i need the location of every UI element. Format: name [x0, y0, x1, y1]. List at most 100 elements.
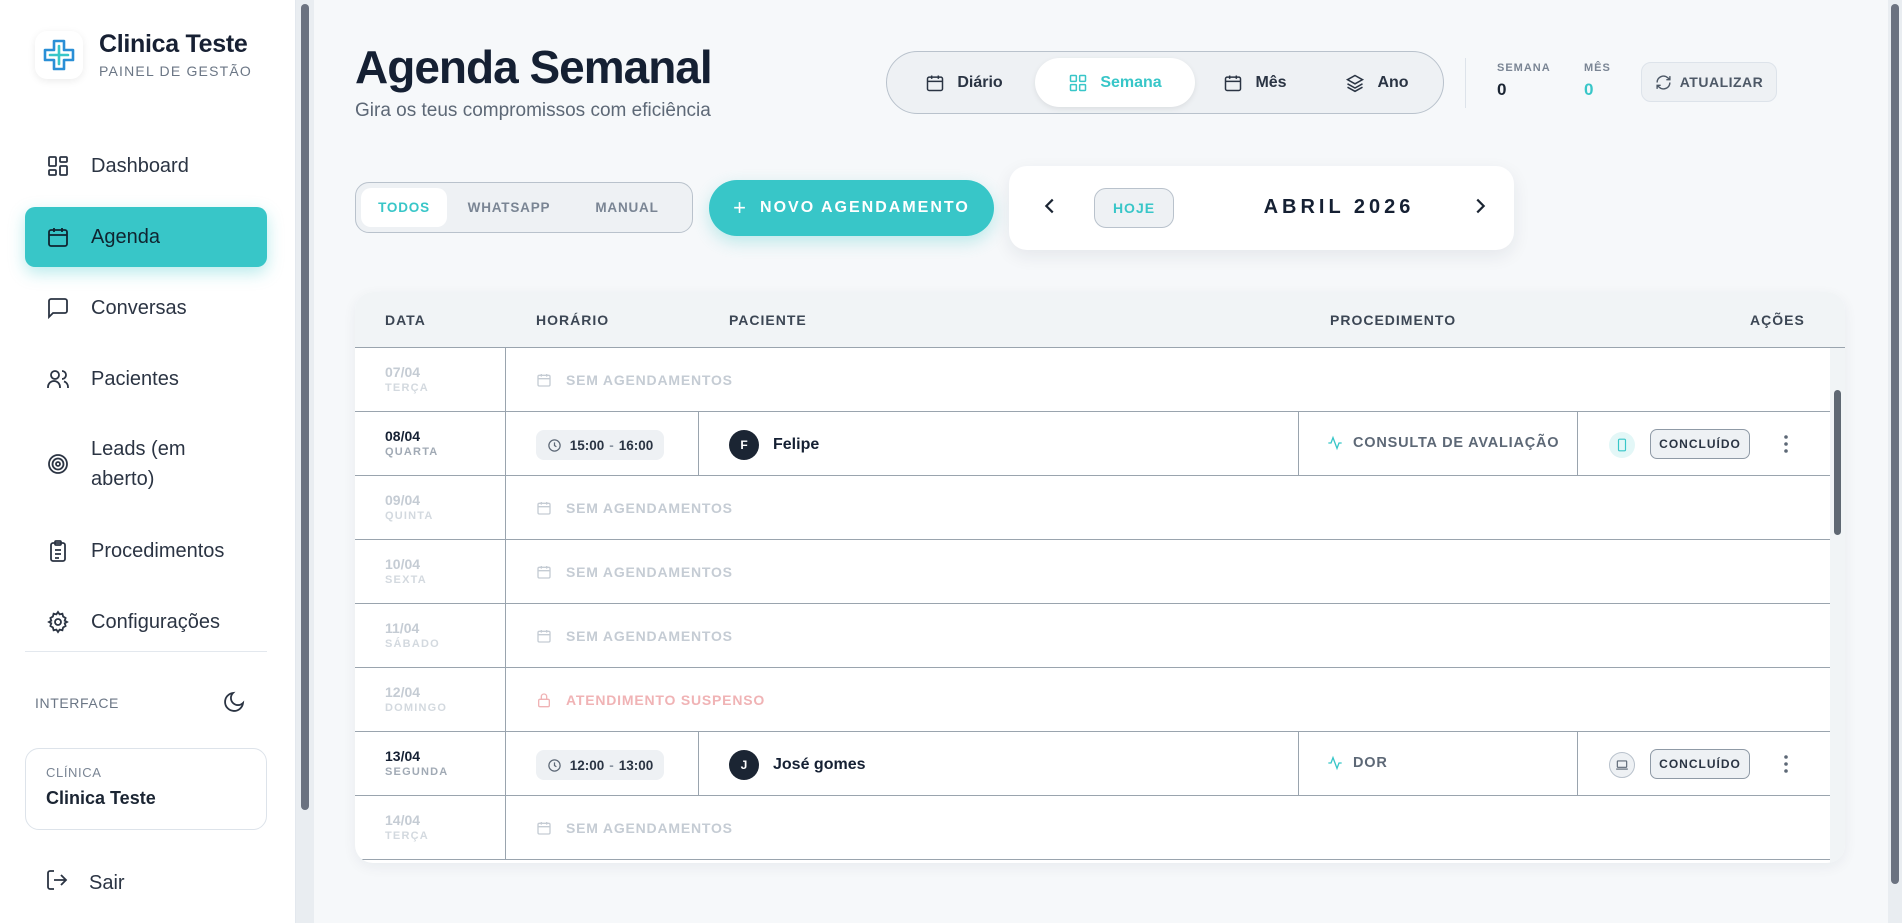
status-badge[interactable]: CONCLUÍDO [1650, 749, 1750, 779]
patient-cell[interactable]: J José gomes [729, 750, 865, 780]
sidebar-item-label: Leads (em aberto) [91, 438, 186, 490]
tab-ano[interactable]: Ano [1315, 58, 1439, 107]
sidebar-item-label: Dashboard [91, 154, 189, 177]
table-row[interactable]: 14/04 TERÇA SEM AGENDAMENTOS [355, 796, 1830, 860]
patient-cell[interactable]: F Felipe [729, 430, 819, 460]
no-appointments: SEM AGENDAMENTOS [536, 628, 733, 644]
date-value: 14/04 [385, 812, 421, 828]
weekday-value: QUINTA [385, 510, 434, 522]
month-navigator: HOJE ABRIL 2026 [1009, 166, 1514, 250]
sidebar-item-dashboard[interactable]: Dashboard [25, 136, 267, 196]
sidebar-item-procedimentos[interactable]: Procedimentos [25, 521, 267, 581]
chevron-right-icon[interactable] [1469, 195, 1491, 222]
moon-icon[interactable] [222, 690, 246, 719]
activity-icon [1327, 435, 1343, 451]
table-scrollbar[interactable] [1830, 348, 1845, 863]
sidebar-item-label: Conversas [91, 296, 187, 319]
end-time: 13:00 [618, 757, 654, 773]
date-value: 12/04 [385, 684, 421, 700]
tab-label: Semana [1100, 73, 1162, 91]
column-patient: PACIENTE [729, 312, 807, 328]
weekday-value: QUARTA [385, 446, 439, 458]
new-appointment-button[interactable]: + NOVO AGENDAMENTO [709, 180, 994, 236]
filter-todos[interactable]: TODOS [361, 188, 447, 227]
procedure-name: CONSULTA DE AVALIAÇÃO [1353, 435, 1560, 451]
source-filter: TODOS WHATSAPP MANUAL [355, 182, 693, 233]
column-divider [505, 796, 506, 860]
column-divider [698, 412, 699, 476]
column-procedure: PROCEDIMENTO [1330, 312, 1457, 328]
procedure-name: DOR [1353, 755, 1388, 771]
more-vertical-icon[interactable] [1776, 433, 1796, 460]
table-row[interactable]: 10/04 SEXTA SEM AGENDAMENTOS [355, 540, 1830, 604]
calendar-icon [45, 224, 71, 250]
page-title: Agenda Semanal [355, 41, 713, 93]
sidebar-item-configuracoes[interactable]: Configurações [25, 592, 267, 652]
lock-icon [536, 692, 552, 708]
tab-diario[interactable]: Diário [893, 58, 1035, 107]
sidebar-item-leads[interactable]: Leads (em aberto) [25, 427, 267, 501]
today-button[interactable]: HOJE [1094, 188, 1174, 228]
table-row[interactable]: 07/04 TERÇA SEM AGENDAMENTOS [355, 348, 1830, 412]
empty-label: SEM AGENDAMENTOS [566, 564, 733, 580]
column-time: HORÁRIO [536, 312, 610, 328]
avatar: F [729, 430, 759, 460]
table-row[interactable]: 08/04 QUARTA 15:00 - 16:00 F Felipe CONS… [355, 412, 1830, 476]
layers-icon [1345, 73, 1365, 93]
gear-icon [45, 609, 71, 635]
filter-whatsapp[interactable]: WHATSAPP [447, 188, 571, 227]
scrollbar-thumb[interactable] [1834, 390, 1841, 535]
no-appointments: SEM AGENDAMENTOS [536, 372, 733, 388]
sidebar-item-conversas[interactable]: Conversas [25, 278, 267, 338]
sidebar: Clinica Teste PAINEL DE GESTÃO Dashboard… [0, 0, 296, 923]
suspended-label: ATENDIMENTO SUSPENSO [566, 692, 766, 708]
sidebar-item-pacientes[interactable]: Pacientes [25, 349, 267, 409]
stat-key: MÊS [1584, 62, 1611, 74]
column-divider [698, 732, 699, 796]
column-divider [505, 540, 506, 604]
weekday-value: SEXTA [385, 574, 427, 586]
clinic-selector[interactable]: CLÍNICA Clinica Teste [25, 748, 267, 830]
row-date: 12/04 DOMINGO [385, 684, 447, 714]
brand[interactable]: Clinica Teste PAINEL DE GESTÃO [35, 30, 252, 79]
weekday-value: TERÇA [385, 382, 429, 394]
sidebar-item-agenda[interactable]: Agenda [25, 207, 267, 267]
table-row[interactable]: 11/04 SÁBADO SEM AGENDAMENTOS [355, 604, 1830, 668]
tab-semana[interactable]: Semana [1035, 58, 1195, 107]
plus-icon: + [733, 195, 749, 220]
date-value: 11/04 [385, 620, 420, 636]
logout-label: Sair [89, 871, 125, 894]
layout-dashboard-icon [45, 153, 71, 179]
table-row[interactable]: 12/04 DOMINGO ATENDIMENTO SUSPENSO [355, 668, 1830, 732]
weekday-value: SEGUNDA [385, 766, 449, 778]
brand-name: Clinica Teste [99, 30, 248, 58]
weekday-value: TERÇA [385, 830, 429, 842]
tab-mes[interactable]: Mês [1195, 58, 1315, 107]
view-tabs: Diário Semana Mês Ano [886, 51, 1444, 114]
column-actions: AÇÕES [1750, 312, 1805, 328]
service-suspended: ATENDIMENTO SUSPENSO [536, 692, 765, 708]
calendar-icon [925, 73, 945, 93]
more-vertical-icon[interactable] [1776, 753, 1796, 780]
sidebar-item-label: Procedimentos [91, 539, 225, 562]
sidebar-scrollbar[interactable] [296, 0, 314, 923]
filter-manual[interactable]: MANUAL [571, 188, 683, 227]
stat-value: 0 [1497, 80, 1507, 99]
scrollbar-thumb[interactable] [301, 4, 309, 810]
empty-label: SEM AGENDAMENTOS [566, 820, 733, 836]
table-row[interactable]: 13/04 SEGUNDA 12:00 - 13:00 J José gomes… [355, 732, 1830, 796]
refresh-button[interactable]: ATUALIZAR [1641, 62, 1777, 102]
scrollbar-thumb[interactable] [1891, 4, 1899, 884]
column-divider [505, 732, 506, 796]
logout-icon [45, 868, 69, 898]
column-divider [1298, 732, 1299, 796]
page-scrollbar[interactable] [1888, 0, 1902, 923]
logout-button[interactable]: Sair [45, 868, 125, 898]
time-range: 12:00 - 13:00 [536, 750, 664, 780]
status-badge[interactable]: CONCLUÍDO [1650, 429, 1750, 459]
brand-subtitle: PAINEL DE GESTÃO [99, 63, 253, 79]
target-icon [45, 451, 71, 477]
chevron-left-icon[interactable] [1039, 195, 1061, 222]
tab-label: Diário [957, 73, 1003, 91]
table-row[interactable]: 09/04 QUINTA SEM AGENDAMENTOS [355, 476, 1830, 540]
